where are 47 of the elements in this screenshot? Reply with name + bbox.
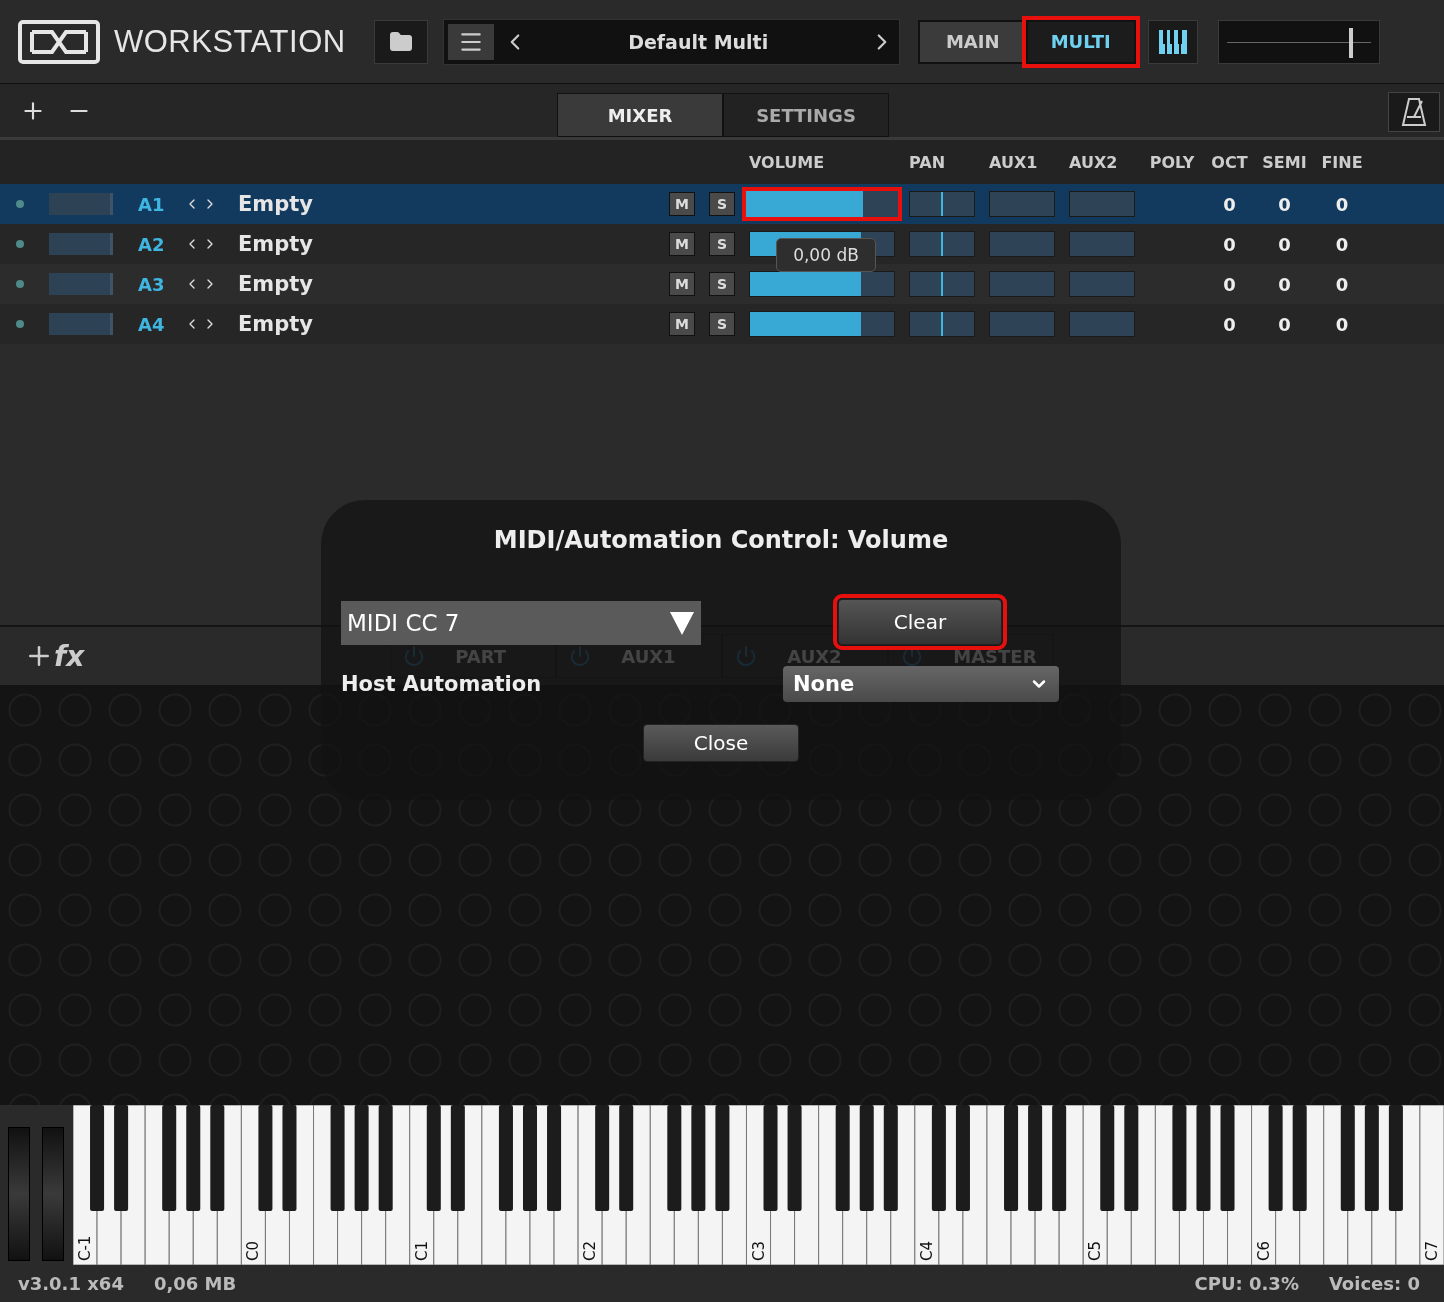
host-automation-label: Host Automation bbox=[341, 672, 542, 696]
semitone-value: 0 bbox=[1278, 313, 1291, 335]
logo-text: WORKSTATION bbox=[114, 23, 346, 60]
fx-label: fx bbox=[54, 639, 85, 673]
octave-label: C2 bbox=[581, 1241, 600, 1261]
octave-label: C3 bbox=[749, 1241, 768, 1261]
octave-label: C1 bbox=[412, 1241, 431, 1261]
part-label: A3 bbox=[137, 273, 166, 295]
octave-label: C0 bbox=[244, 1241, 263, 1261]
octave-label: C7 bbox=[1422, 1241, 1441, 1261]
volume-tooltip: 0,00 dB bbox=[776, 238, 876, 272]
dialog-title: MIDI/Automation Control: Volume bbox=[493, 525, 949, 554]
part-label: A2 bbox=[137, 233, 166, 255]
fine-tune-value: 0 bbox=[1335, 233, 1349, 255]
octave-value: 0 bbox=[1223, 313, 1236, 335]
part-label: A1 bbox=[137, 193, 166, 215]
semitone-value: 0 bbox=[1278, 233, 1291, 255]
fine-tune-value: 0 bbox=[1335, 313, 1349, 335]
octave-value: 0 bbox=[1223, 193, 1236, 215]
column-label: FINE bbox=[1321, 152, 1363, 172]
memory-text: 0,06 MB bbox=[153, 1273, 237, 1294]
octave-label: C6 bbox=[1254, 1241, 1273, 1261]
fine-tune-value: 0 bbox=[1335, 193, 1349, 215]
part-label: A4 bbox=[137, 313, 166, 335]
instrument-name: Empty bbox=[237, 232, 314, 256]
column-label: POLY bbox=[1149, 152, 1195, 172]
column-label: VOLUME bbox=[748, 152, 825, 172]
octave-value: 0 bbox=[1223, 273, 1236, 295]
column-label: SEMI bbox=[1262, 152, 1307, 172]
version-text: v3.0.1 x64 bbox=[18, 1273, 124, 1294]
semitone-value: 0 bbox=[1278, 273, 1291, 295]
octave-value: 0 bbox=[1223, 233, 1236, 255]
column-label: AUX2 bbox=[1068, 152, 1118, 172]
column-label: AUX1 bbox=[988, 152, 1038, 172]
preset-name: Default Multi bbox=[627, 30, 770, 53]
cpu-text: CPU: 0.3% bbox=[1194, 1273, 1299, 1294]
column-label: PAN bbox=[908, 152, 946, 172]
instrument-name: Empty bbox=[237, 312, 314, 336]
instrument-name: Empty bbox=[237, 192, 314, 216]
voices-text: Voices: 0 bbox=[1328, 1273, 1420, 1294]
octave-label: C5 bbox=[1086, 1241, 1105, 1261]
fine-tune-value: 0 bbox=[1335, 273, 1349, 295]
column-label: OCT bbox=[1211, 152, 1248, 172]
instrument-name: Empty bbox=[237, 272, 314, 296]
octave-label: C4 bbox=[917, 1241, 936, 1261]
octave-label: C-1 bbox=[76, 1235, 95, 1261]
semitone-value: 0 bbox=[1278, 193, 1291, 215]
